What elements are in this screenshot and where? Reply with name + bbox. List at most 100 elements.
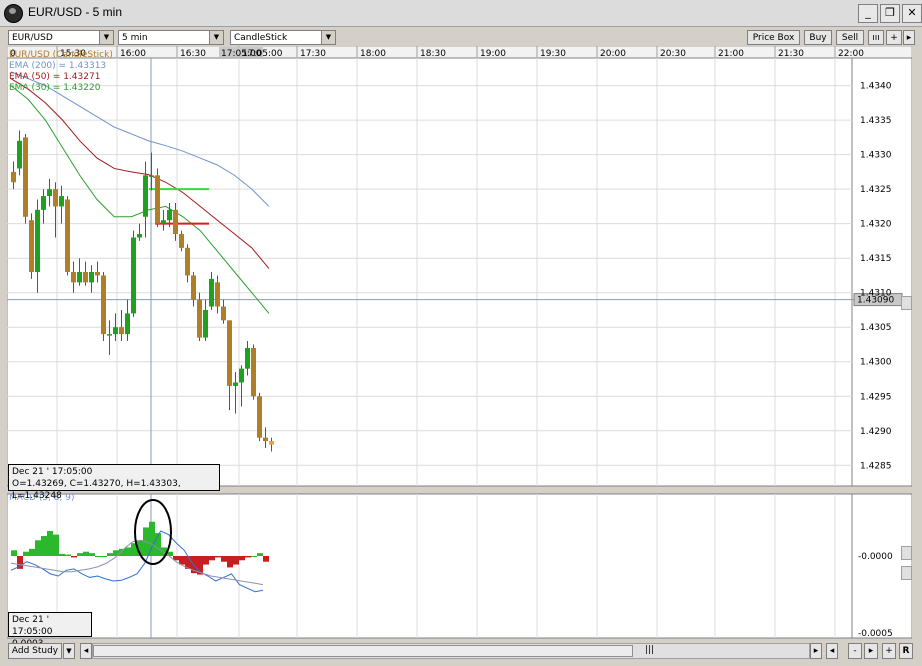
interval-value: 5 min (122, 33, 148, 43)
price-box-button[interactable]: Price Box (747, 30, 800, 45)
candle-body (23, 137, 28, 217)
horizontal-scrollbar[interactable]: ||| (92, 643, 810, 659)
macd-histogram-bar (263, 556, 269, 562)
candle-body (35, 209, 40, 272)
legend-ema30: EMA (30) = 1.43220 (9, 83, 101, 93)
chevron-down-icon[interactable]: ▼ (99, 31, 113, 44)
macd-histogram-bar (83, 551, 89, 556)
candle-body (215, 282, 220, 307)
sell-button[interactable]: Sell (836, 30, 864, 45)
reset-button[interactable]: R (899, 643, 913, 659)
candle-body (179, 234, 184, 248)
time-axis-label: 21:30 (778, 49, 804, 59)
legend-ema200: EMA (200) = 1.43313 (9, 61, 106, 71)
crosshair-icon[interactable]: + (886, 30, 902, 45)
scroll-left-icon[interactable]: ◂ (80, 643, 92, 659)
macd-histogram-bar (203, 556, 209, 565)
buy-button[interactable]: Buy (804, 30, 832, 45)
price-scroll-handle[interactable] (901, 296, 912, 310)
macd-histogram-bar (239, 556, 245, 561)
macd-histogram-bar (179, 556, 185, 565)
macd-histogram-bar (77, 553, 83, 556)
ohlc-values: O=1.43269, C=1.43270, H=1.43303, L=1.432… (12, 479, 181, 501)
macd-histogram-bar (209, 556, 215, 561)
chart-window: EUR/USD - 5 min _ ❐ ✕ EUR/USD ▼ 5 min ▼ … (0, 0, 922, 666)
close-button[interactable]: ✕ (902, 4, 922, 23)
restore-button[interactable]: ❐ (880, 4, 900, 23)
price-axis-label: 1.4330 (860, 151, 892, 161)
macd-histogram-bar (89, 553, 95, 556)
price-axis-label: 1.4285 (860, 461, 892, 471)
candle-body (95, 272, 100, 276)
candle-body (227, 320, 232, 386)
symbol-select[interactable]: EUR/USD ▼ (8, 30, 114, 45)
price-axis-label: 1.4320 (860, 220, 892, 230)
tool-icon[interactable]: ▸ (903, 30, 915, 45)
scroll-end-icon[interactable]: ◂ (826, 643, 838, 659)
macd-histogram-bar (95, 556, 101, 557)
candle-body (191, 275, 196, 300)
candle-body (269, 441, 274, 445)
candle-body (245, 347, 250, 369)
time-axis-label: 21:00 (718, 49, 744, 59)
zoom-out-button[interactable]: - (848, 643, 862, 659)
time-axis-label: 22:00 (838, 49, 864, 59)
time-axis-label: 16:00 (120, 49, 146, 59)
zoom-in-button[interactable]: + (882, 643, 896, 659)
price-axis-label: 1.4315 (860, 254, 892, 264)
candle-body (197, 299, 202, 338)
macd-scroll-handle[interactable] (901, 546, 912, 560)
candle-body (131, 237, 136, 314)
candle-body (149, 175, 154, 177)
bars-icon[interactable]: ııı (868, 30, 884, 45)
candle-body (113, 327, 118, 335)
price-axis-label: 1.4340 (860, 82, 892, 92)
time-axis-label: 18:30 (420, 49, 446, 59)
macd-axis-low: -0.0005 (858, 629, 893, 639)
title-bar[interactable]: EUR/USD - 5 min _ ❐ ✕ (0, 0, 922, 27)
macd-histogram-bar (65, 554, 71, 556)
chevron-down-icon[interactable]: ▼ (321, 31, 335, 44)
add-study-button[interactable]: Add Study (8, 643, 62, 659)
interval-select[interactable]: 5 min ▼ (118, 30, 224, 45)
chart-type-select[interactable]: CandleStick ▼ (230, 30, 336, 45)
scroll-thumb[interactable] (93, 645, 633, 657)
price-axis-label: 1.4305 (860, 323, 892, 333)
candle-body (107, 334, 112, 336)
candle-body (263, 437, 268, 442)
candle-body (77, 272, 82, 283)
time-axis-label: 19:00 (480, 49, 506, 59)
candle-body (41, 196, 46, 210)
cursor-time-label: 17:05:00 (221, 49, 262, 59)
chevron-down-icon[interactable]: ▼ (209, 31, 223, 44)
macd-histogram-bar (251, 556, 257, 557)
candle-body (65, 199, 70, 272)
macd-histogram-bar (29, 548, 35, 556)
candle-body (257, 396, 262, 438)
ohlc-info-box: Dec 21 ' 17:05:00 O=1.43269, C=1.43270, … (8, 464, 220, 501)
legend-main: EUR/USD (CandleStick) (9, 50, 113, 60)
macd-scroll-handle-2[interactable] (901, 566, 912, 580)
app-logo-icon (4, 4, 23, 23)
candle-body (53, 189, 58, 207)
macd-histogram-bar (215, 556, 221, 558)
ohlc-date: Dec 21 ' 17:05:00 (12, 467, 93, 477)
chart-area[interactable]: 0 15:30 16:00 16:30 17:05:00 17:30 18:00 18:30 1… (6, 45, 913, 640)
scroll-right-icon[interactable]: ▸ (810, 643, 822, 659)
macd-histogram-bar (233, 556, 239, 565)
chart-canvas[interactable]: 0 15:30 16:00 16:30 17:05:00 17:30 18:00 18:30 1… (6, 45, 913, 640)
minimize-button[interactable]: _ (858, 4, 878, 23)
macd-date: Dec 21 ' 17:05:00 (12, 615, 53, 637)
candle-body (203, 309, 208, 338)
add-study-dropdown[interactable]: ▼ (63, 643, 75, 659)
candle-body (143, 175, 148, 217)
price-axis-label: 1.4295 (860, 392, 892, 402)
candle-body (71, 272, 76, 283)
candle-body (29, 220, 34, 272)
candle-body (221, 306, 226, 321)
macd-histogram-bar (53, 534, 59, 556)
candle-body (89, 272, 94, 283)
time-axis-label: 20:00 (600, 49, 626, 59)
candle-body (167, 209, 172, 221)
scroll-home-icon[interactable]: ▸ (864, 643, 878, 659)
